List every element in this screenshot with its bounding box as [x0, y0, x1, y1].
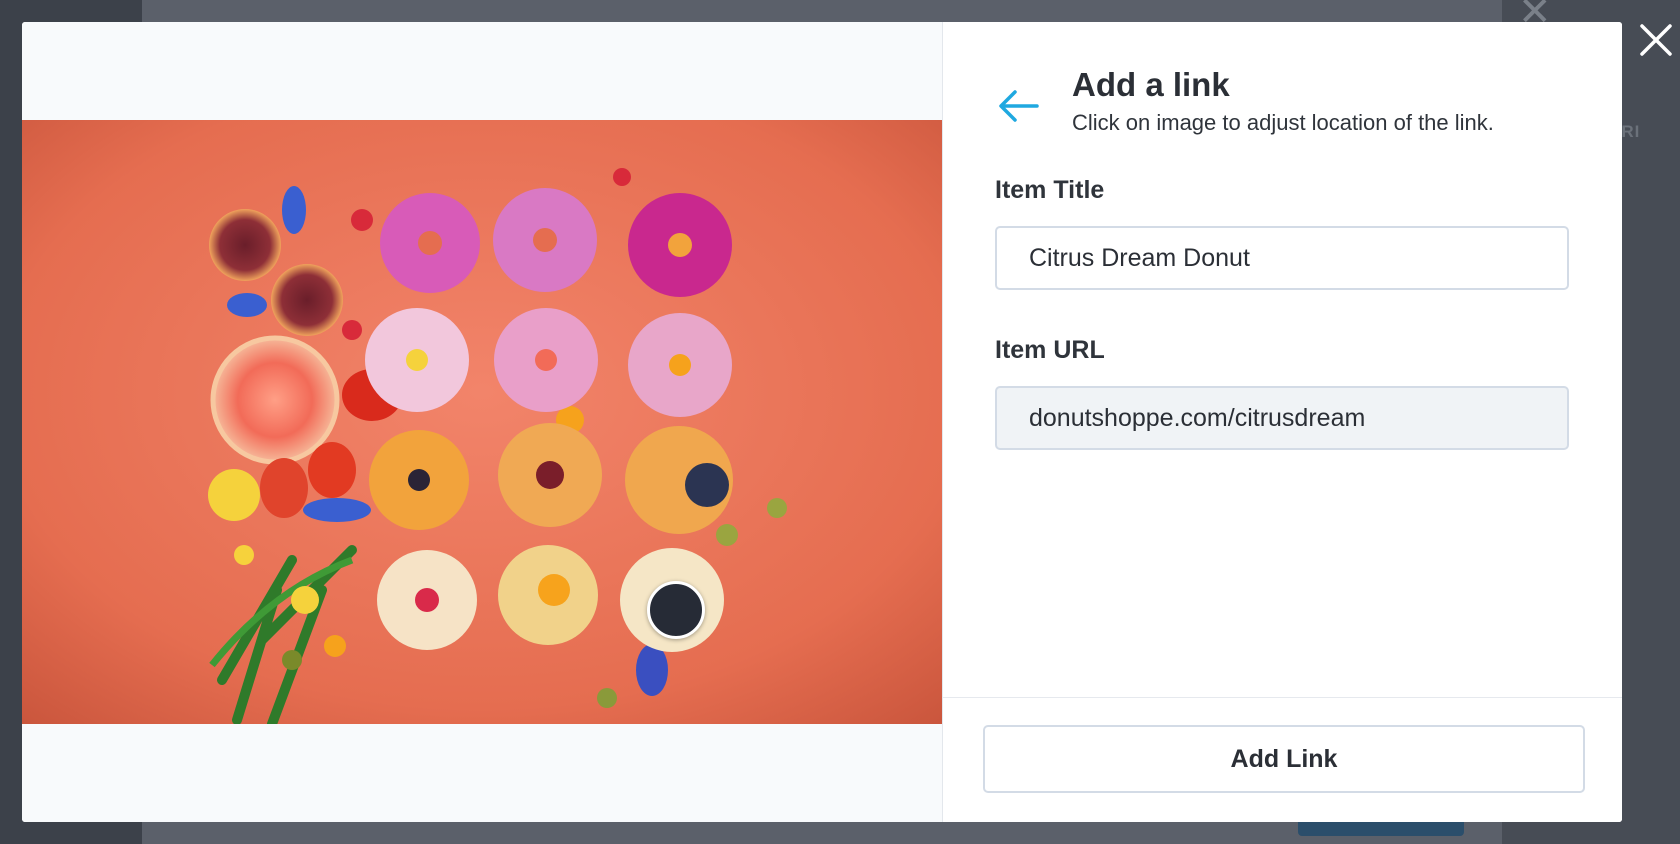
- donut-photo[interactable]: [22, 120, 942, 724]
- link-form-pane: Add a link Click on image to adjust loca…: [943, 22, 1622, 822]
- arrow-left-icon[interactable]: [995, 82, 1043, 130]
- add-link-modal: Add a link Click on image to adjust loca…: [22, 22, 1622, 822]
- item-title-input[interactable]: [995, 226, 1569, 290]
- modal-subtitle: Click on image to adjust location of the…: [1072, 110, 1494, 135]
- close-icon[interactable]: [1636, 20, 1676, 60]
- item-url-input[interactable]: [995, 386, 1569, 450]
- item-title-label: Item Title: [995, 176, 1105, 204]
- image-pane: [22, 22, 943, 822]
- add-link-button[interactable]: Add Link: [983, 725, 1585, 793]
- link-location-marker[interactable]: [647, 581, 705, 639]
- item-url-label: Item URL: [995, 336, 1105, 364]
- modal-footer: Add Link: [943, 697, 1622, 822]
- modal-title: Add a link: [1072, 66, 1230, 103]
